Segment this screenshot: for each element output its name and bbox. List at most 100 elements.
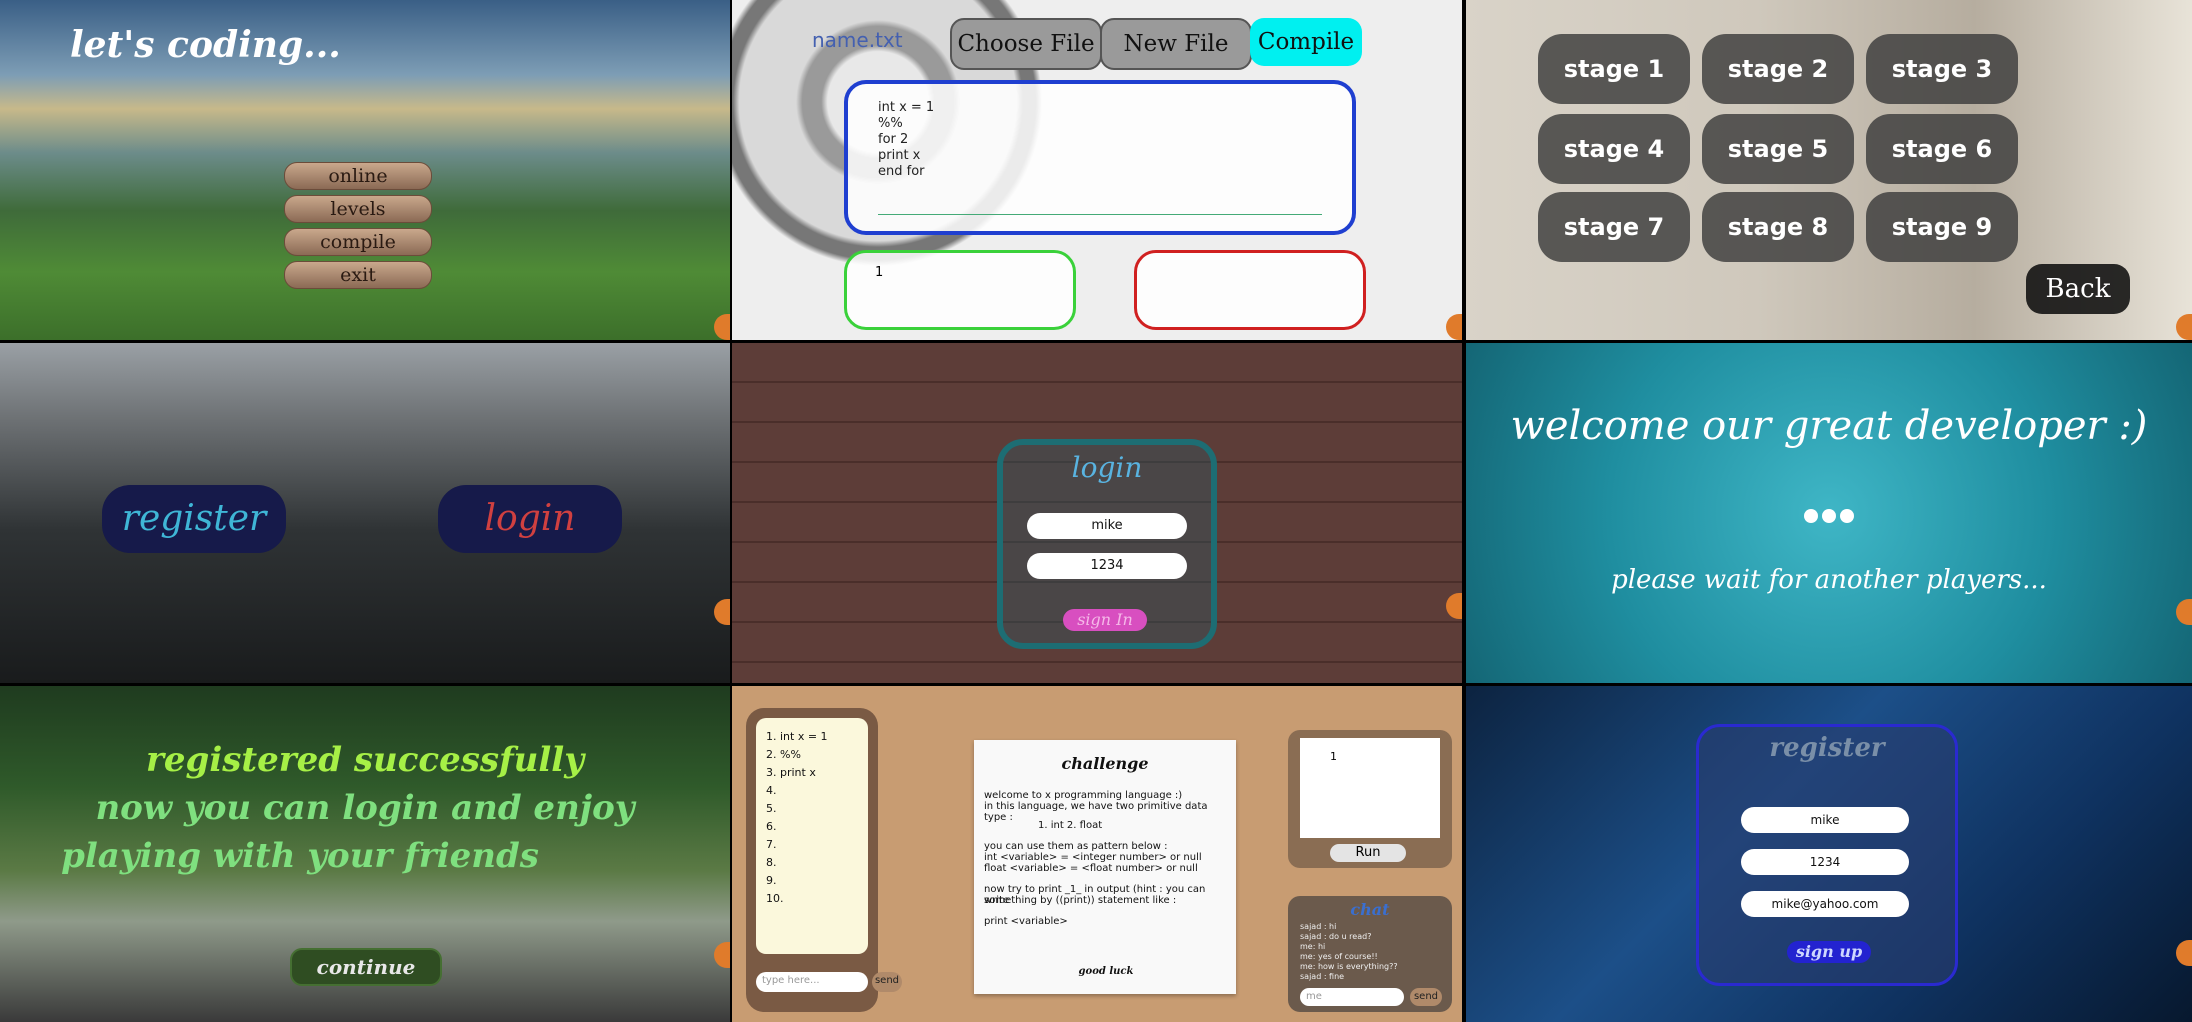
password-field[interactable]: 1234 xyxy=(1741,849,1909,875)
code-line: 9. xyxy=(766,874,777,887)
code-line: int x = 1 xyxy=(878,100,935,115)
chat-message: me: yes of course!! xyxy=(1300,952,1378,961)
username-field[interactable]: mike xyxy=(1741,807,1909,833)
stage-5-button[interactable]: stage 5 xyxy=(1702,114,1854,184)
registered-screen: registered successfully now you can logi… xyxy=(0,686,730,1022)
tv-output-text: 1 xyxy=(1330,750,1337,763)
register-card: register mike 1234 mike@yahoo.com sign u… xyxy=(1696,724,1958,986)
exit-button[interactable]: exit xyxy=(284,261,432,289)
chat-message: sajad : fine xyxy=(1300,972,1345,981)
stage-4-button[interactable]: stage 4 xyxy=(1538,114,1690,184)
code-line: 4. xyxy=(766,784,777,797)
success-line-2: now you can login and enjoy xyxy=(95,788,635,828)
levels-button[interactable]: levels xyxy=(284,195,432,223)
register-choice-button[interactable]: register xyxy=(102,485,286,553)
email-field[interactable]: mike@yahoo.com xyxy=(1741,891,1909,917)
code-line: end for xyxy=(878,164,925,179)
chat-panel: chat sajad : hi sajad : do u read? me: h… xyxy=(1288,896,1452,1012)
good-luck-text: good luck xyxy=(1078,966,1134,977)
output-tv: 1 Run xyxy=(1288,730,1452,868)
challenge-text: 1. int 2. float xyxy=(1038,820,1103,831)
online-button[interactable]: online xyxy=(284,162,432,190)
settings-orb-icon[interactable] xyxy=(2176,314,2192,340)
code-line: print x xyxy=(878,148,921,163)
compile-button[interactable]: compile xyxy=(284,228,432,256)
login-title: login xyxy=(1071,451,1143,484)
login-choice-button[interactable]: login xyxy=(438,485,622,553)
sign-up-button[interactable]: sign up xyxy=(1787,941,1871,963)
settings-orb-icon[interactable] xyxy=(714,599,730,625)
challenge-text: print <variable> xyxy=(984,916,1068,927)
code-line: 10. xyxy=(766,892,784,905)
main-menu-screen: let's coding... online levels compile ex… xyxy=(0,0,730,340)
code-line: 2. %% xyxy=(766,748,801,761)
code-line: for 2 xyxy=(878,132,909,147)
login-card: login mike 1234 sign In xyxy=(997,439,1217,649)
loading-dot-icon xyxy=(1822,509,1836,523)
stage-9-button[interactable]: stage 9 xyxy=(1866,192,2018,262)
register-title: register xyxy=(1769,733,1885,763)
stage-8-button[interactable]: stage 8 xyxy=(1702,192,1854,262)
stage-6-button[interactable]: stage 6 xyxy=(1866,114,2018,184)
back-button[interactable]: Back xyxy=(2026,264,2130,314)
code-line: %% xyxy=(878,116,903,131)
challenge-text: float <variable> = <float number> or nul… xyxy=(984,863,1198,874)
chat-send-button[interactable]: send xyxy=(1410,988,1442,1006)
choose-file-button[interactable]: Choose File xyxy=(950,18,1102,70)
chat-message: sajad : do u read? xyxy=(1300,932,1372,941)
wait-message: please wait for another players... xyxy=(1611,565,2047,595)
main-menu-title: let's coding... xyxy=(70,24,341,66)
code-send-button[interactable]: send xyxy=(872,972,902,992)
output-box: 1 xyxy=(844,250,1076,330)
continue-button[interactable]: continue xyxy=(290,948,442,986)
tv-screen: 1 xyxy=(1300,738,1440,838)
loading-dot-icon xyxy=(1840,509,1854,523)
code-line: 6. xyxy=(766,820,777,833)
stage-1-button[interactable]: stage 1 xyxy=(1538,34,1690,104)
waiting-screen: welcome our great developer :) please wa… xyxy=(1466,343,2192,683)
challenge-title: challenge xyxy=(1061,754,1149,773)
output-text: 1 xyxy=(875,265,884,280)
new-file-button[interactable]: New File xyxy=(1100,18,1252,70)
sign-in-button[interactable]: sign In xyxy=(1063,609,1147,631)
success-line-1: registered successfully xyxy=(146,740,584,780)
settings-orb-icon[interactable] xyxy=(2176,940,2192,966)
code-editor[interactable]: int x = 1 %% for 2 print x end for xyxy=(844,80,1356,235)
compile-run-button[interactable]: Compile xyxy=(1250,18,1362,66)
code-line: 7. xyxy=(766,838,777,851)
login-screen: login mike 1234 sign In xyxy=(732,343,1462,683)
code-line: 1. int x = 1 xyxy=(766,730,828,743)
username-field[interactable]: mike xyxy=(1027,513,1187,539)
loading-dot-icon xyxy=(1804,509,1818,523)
challenge-text: you can use them as pattern below : xyxy=(984,841,1168,852)
stage-7-button[interactable]: stage 7 xyxy=(1538,192,1690,262)
chat-message: me: hi xyxy=(1300,942,1326,951)
stage-3-button[interactable]: stage 3 xyxy=(1866,34,2018,104)
code-line: 3. print x xyxy=(766,766,816,779)
run-button[interactable]: Run xyxy=(1330,844,1406,862)
code-lines[interactable]: 1. int x = 1 2. %% 3. print x 4. 5. 6. 7… xyxy=(756,718,868,954)
chat-message: me: how is everything?? xyxy=(1300,962,1398,971)
code-line: 5. xyxy=(766,802,777,815)
chat-input[interactable]: me xyxy=(1300,988,1404,1006)
register-screen: register mike 1234 mike@yahoo.com sign u… xyxy=(1466,686,2192,1022)
password-field[interactable]: 1234 xyxy=(1027,553,1187,579)
error-box xyxy=(1134,250,1366,330)
levels-screen: stage 1 stage 2 stage 3 stage 4 stage 5 … xyxy=(1466,0,2192,340)
code-panel: 1. int x = 1 2. %% 3. print x 4. 5. 6. 7… xyxy=(746,708,902,1012)
challenge-card: challenge welcome to x programming langu… xyxy=(974,740,1236,994)
challenge-text: something by ((print)) statement like : xyxy=(984,895,1177,906)
code-input[interactable]: type here... xyxy=(756,972,868,992)
stage-2-button[interactable]: stage 2 xyxy=(1702,34,1854,104)
settings-orb-icon[interactable] xyxy=(714,314,730,340)
settings-orb-icon[interactable] xyxy=(1446,593,1462,619)
settings-orb-icon[interactable] xyxy=(2176,599,2192,625)
editor-underline xyxy=(878,214,1322,215)
chat-title: chat xyxy=(1350,900,1390,919)
settings-orb-icon[interactable] xyxy=(1446,314,1462,340)
challenge-text: welcome to x programming language :) xyxy=(984,790,1183,801)
auth-choice-screen: register login xyxy=(0,343,730,683)
settings-orb-icon[interactable] xyxy=(714,942,730,968)
code-line: 8. xyxy=(766,856,777,869)
welcome-message: welcome our great developer :) xyxy=(1510,403,2148,449)
